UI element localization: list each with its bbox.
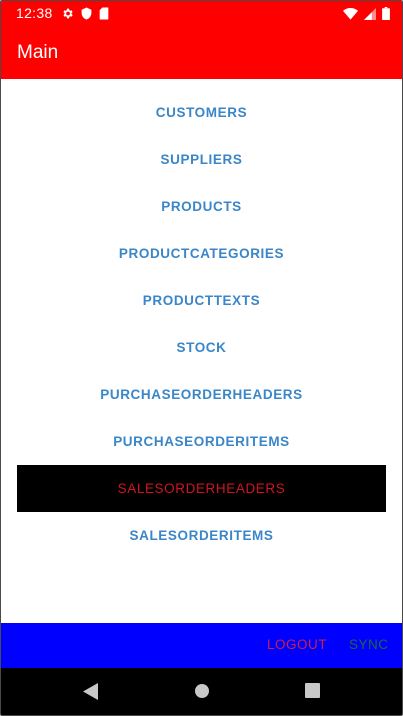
status-icons-left [61,7,109,20]
back-icon[interactable] [83,683,98,700]
menu-item-producttexts[interactable]: PRODUCTTEXTS [1,277,402,324]
menu-list: CUSTOMERS SUPPLIERS PRODUCTS PRODUCTCATE… [1,89,402,559]
shield-icon [81,7,92,20]
home-icon[interactable] [194,683,210,699]
menu-item-salesorderheaders[interactable]: SALESORDERHEADERS [17,465,386,512]
recents-icon[interactable] [305,683,320,698]
status-bar: 12:38 [1,1,402,27]
system-nav-bar [1,668,402,715]
bottom-action-bar: LOGOUT SYNC [1,623,402,668]
cell-signal-icon [364,7,376,20]
status-time: 12:38 [16,5,53,21]
menu-item-purchaseorderheaders[interactable]: PURCHASEORDERHEADERS [1,371,402,418]
sd-card-icon [99,7,109,20]
logout-button[interactable]: LOGOUT [267,637,327,652]
menu-item-salesorderitems[interactable]: SALESORDERITEMS [1,512,402,559]
app-window: 12:38 Main CUSTOMERS SUPPLIERS PRODUCTS … [0,0,403,716]
menu-item-purchaseorderitems[interactable]: PURCHASEORDERITEMS [1,418,402,465]
sync-button[interactable]: SYNC [349,637,389,652]
menu-item-products[interactable]: PRODUCTS [1,183,402,230]
settings-gear-icon [63,8,73,19]
app-title: Main [17,42,59,63]
menu-item-stock[interactable]: STOCK [1,324,402,371]
menu-item-suppliers[interactable]: SUPPLIERS [1,136,402,183]
status-icons-right [343,7,390,20]
menu-item-customers[interactable]: CUSTOMERS [1,89,402,136]
app-bar: Main [1,27,402,79]
battery-icon [382,7,390,20]
menu-item-productcategories[interactable]: PRODUCTCATEGORIES [1,230,402,277]
wifi-icon [343,7,358,20]
